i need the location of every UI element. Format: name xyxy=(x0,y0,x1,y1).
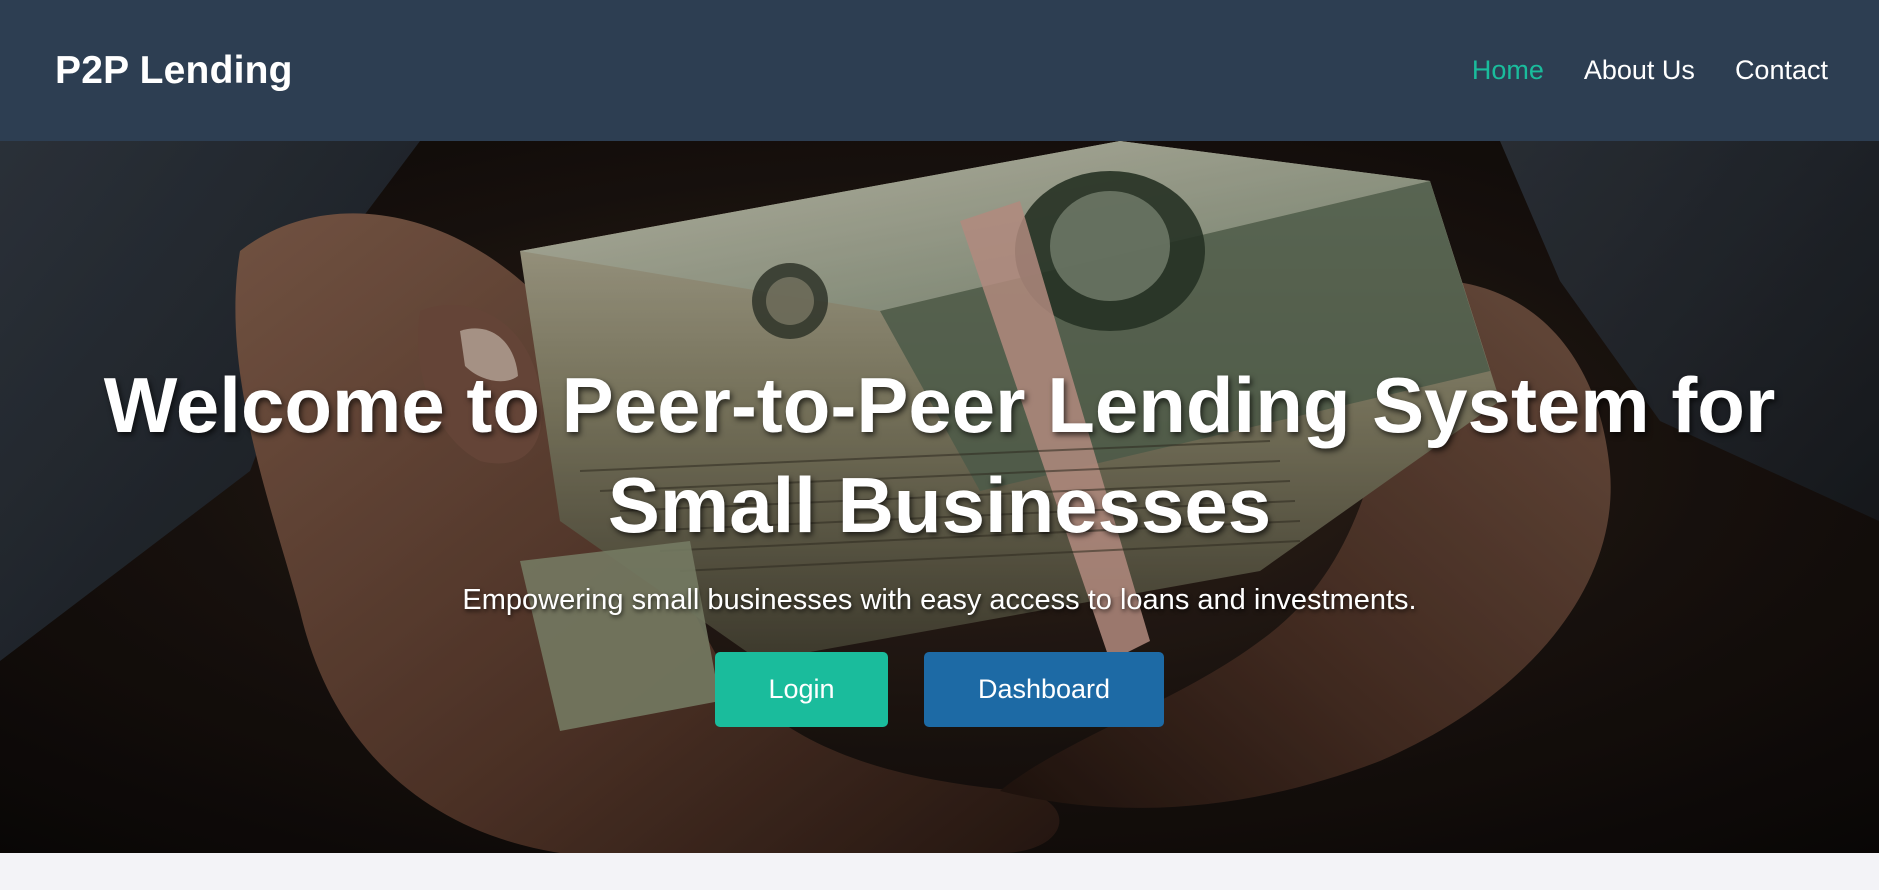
hero-title: Welcome to Peer-to-Peer Lending System f… xyxy=(103,361,1776,549)
dashboard-button[interactable]: Dashboard xyxy=(924,652,1164,727)
hero-button-group: Login Dashboard xyxy=(0,652,1879,727)
page: P2P Lending Home About Us Contact Welcom… xyxy=(0,0,1879,890)
nav-link-home[interactable]: Home xyxy=(1472,55,1544,86)
nav-link-about-us[interactable]: About Us xyxy=(1584,55,1695,86)
hero-section: Welcome to Peer-to-Peer Lending System f… xyxy=(0,141,1879,853)
main-nav: Home About Us Contact xyxy=(1472,55,1828,86)
page-content-start xyxy=(0,853,1879,890)
login-button[interactable]: Login xyxy=(715,652,888,727)
hero-content: Welcome to Peer-to-Peer Lending System f… xyxy=(0,141,1879,853)
nav-link-contact[interactable]: Contact xyxy=(1735,55,1828,86)
top-navbar: P2P Lending Home About Us Contact xyxy=(0,0,1879,141)
brand-logo-text[interactable]: P2P Lending xyxy=(55,49,293,93)
hero-subtitle: Empowering small businesses with easy ac… xyxy=(462,584,1417,616)
